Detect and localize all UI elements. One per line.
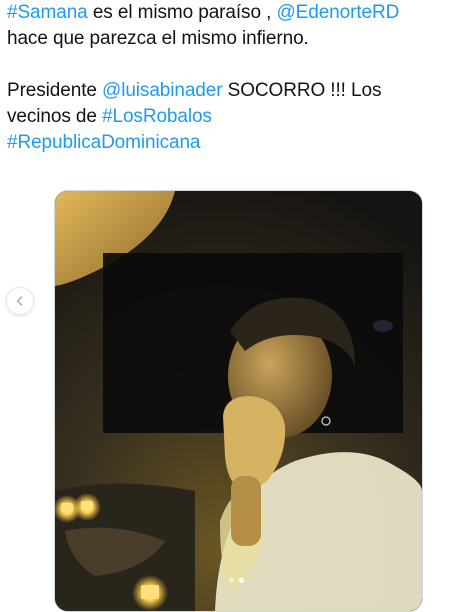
tweet-text-segment: es el mismo paraíso , [87,2,277,23]
tweet-text-segment: hace que parezca el mismo infierno. [7,28,309,49]
tweet-line: hace que parezca el mismo infierno. [7,26,457,52]
chevron-left-icon [16,296,23,306]
tweet-line: vecinos de #LosRobalos [7,104,457,130]
candle [61,503,73,512]
tweet-text-segment: vecinos de [7,106,103,127]
carousel-dot-active[interactable] [239,578,244,583]
tweet-photo[interactable] [54,190,423,612]
photo-candlelit-person [55,191,422,611]
tweet-text-segment: Presidente [7,80,103,101]
mention-link[interactable]: @EdenorteRD [276,2,399,23]
carousel-previous-button[interactable] [6,287,34,315]
carousel-dot[interactable] [229,578,234,583]
tweet-line: #RepublicaDominicana [7,130,457,156]
tweet-line: Presidente @luisabinader SOCORRO !!! Los [7,78,457,104]
carousel-indicator [229,578,244,583]
candle [81,501,93,510]
candle [141,585,159,599]
tweet-text: #Samana es el mismo paraíso , @EdenorteR… [7,0,457,156]
tweet-text-segment: SOCORRO !!! Los [222,80,382,101]
tweet-line: #Samana es el mismo paraíso , @EdenorteR… [7,0,457,26]
hashtag-link[interactable]: #RepublicaDominicana [7,132,200,153]
hashtag-link[interactable]: #Samana [7,2,88,23]
hashtag-link[interactable]: #LosRobalos [102,106,212,127]
mention-link[interactable]: @luisabinader [102,80,223,101]
